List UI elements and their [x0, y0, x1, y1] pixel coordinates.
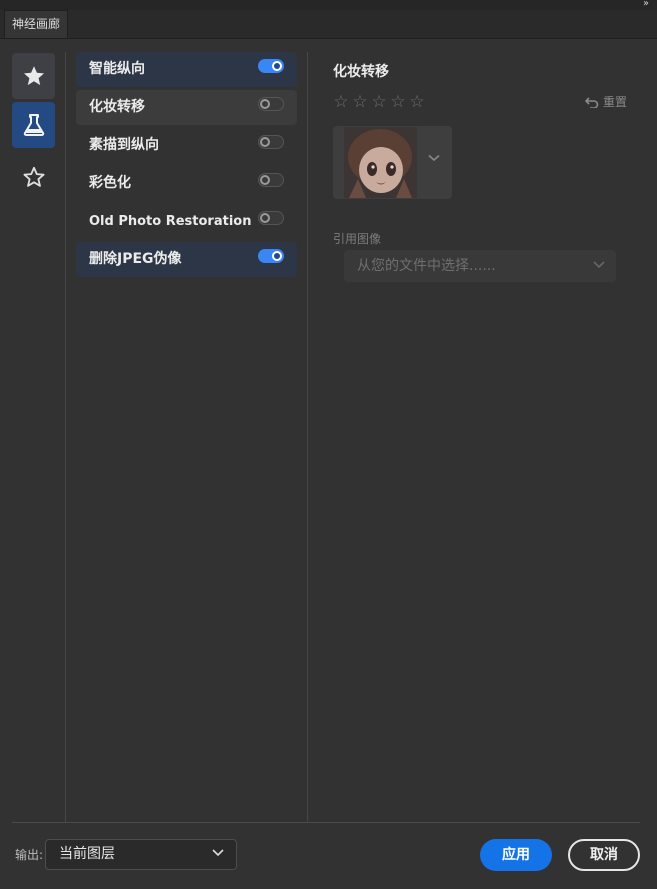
filter-toggle[interactable] — [258, 97, 284, 111]
filter-label: 化妆转移 — [89, 99, 145, 115]
star-filled-icon — [23, 66, 44, 86]
filter-toggle[interactable] — [258, 249, 284, 263]
filter-label: 素描到纵向 — [89, 137, 159, 153]
chevron-down-icon — [428, 154, 440, 162]
output-label: 输出: — [15, 848, 44, 862]
filter-toggle[interactable] — [258, 135, 284, 149]
chevron-down-icon — [593, 261, 605, 269]
category-wait-list-button[interactable] — [12, 154, 55, 200]
apply-button[interactable]: 应用 — [480, 839, 552, 871]
rating-star-4[interactable]: ☆ — [389, 93, 407, 111]
category-beta-button[interactable] — [12, 102, 55, 148]
filter-item-makeup-transfer[interactable]: 化妆转移 — [76, 90, 297, 125]
undo-icon — [585, 96, 599, 108]
toggle-knob — [272, 61, 282, 71]
window-top-strip: ›› — [0, 0, 657, 10]
rating-star-5[interactable]: ☆ — [408, 93, 426, 111]
reference-thumbnail-image — [344, 127, 417, 198]
toggle-knob — [260, 137, 270, 147]
footer-divider — [12, 822, 640, 823]
rating-star-2[interactable]: ☆ — [351, 93, 369, 111]
tab-neural-filters[interactable]: 神经画廊 — [4, 10, 69, 38]
filter-item-colorize[interactable]: 彩色化 — [76, 166, 297, 201]
filter-item-sketch-to-portrait[interactable]: 素描到纵向 — [76, 128, 297, 163]
reference-select-placeholder: 从您的文件中选择...... — [357, 258, 496, 274]
reference-image-select[interactable]: 从您的文件中选择...... — [344, 250, 616, 282]
chevron-down-icon — [212, 849, 224, 857]
filter-rating: ☆ ☆ ☆ ☆ ☆ — [332, 93, 426, 111]
sidebar-divider — [65, 52, 66, 822]
collapse-panel-icon[interactable]: ›› — [643, 0, 649, 10]
reset-label: 重置 — [603, 95, 628, 109]
filter-settings-title: 化妆转移 — [333, 64, 389, 80]
category-featured-button[interactable] — [12, 53, 55, 99]
filter-toggle[interactable] — [258, 211, 284, 225]
filter-item-old-photo-restoration[interactable]: Old Photo Restoration — [76, 204, 297, 239]
flask-icon — [23, 114, 44, 136]
filter-label: Old Photo Restoration — [89, 214, 252, 229]
rating-star-3[interactable]: ☆ — [370, 93, 388, 111]
cancel-button[interactable]: 取消 — [568, 839, 640, 871]
panel-tab-bar: 神经画廊 — [0, 10, 657, 39]
filter-label: 删除JPEG伪像 — [89, 251, 182, 267]
filter-list-divider — [307, 52, 308, 822]
toggle-knob — [260, 213, 270, 223]
star-outline-icon — [23, 166, 44, 187]
toggle-knob — [260, 175, 270, 185]
toggle-knob — [272, 251, 282, 261]
filter-item-smart-portrait[interactable]: 智能纵向 — [76, 52, 297, 87]
output-select[interactable]: 当前图层 — [45, 839, 237, 870]
reference-thumbnail-picker[interactable] — [333, 126, 452, 199]
rating-star-1[interactable]: ☆ — [332, 93, 350, 111]
reset-button[interactable]: 重置 — [585, 93, 627, 110]
filter-toggle[interactable] — [258, 59, 284, 73]
filter-item-jpeg-artifacts-removal[interactable]: 删除JPEG伪像 — [76, 242, 297, 277]
filter-label: 彩色化 — [89, 175, 131, 191]
reference-image-label: 引用图像 — [333, 232, 382, 246]
filter-toggle[interactable] — [258, 173, 284, 187]
filter-label: 智能纵向 — [89, 61, 145, 77]
output-value: 当前图层 — [59, 846, 115, 862]
toggle-knob — [260, 99, 270, 109]
